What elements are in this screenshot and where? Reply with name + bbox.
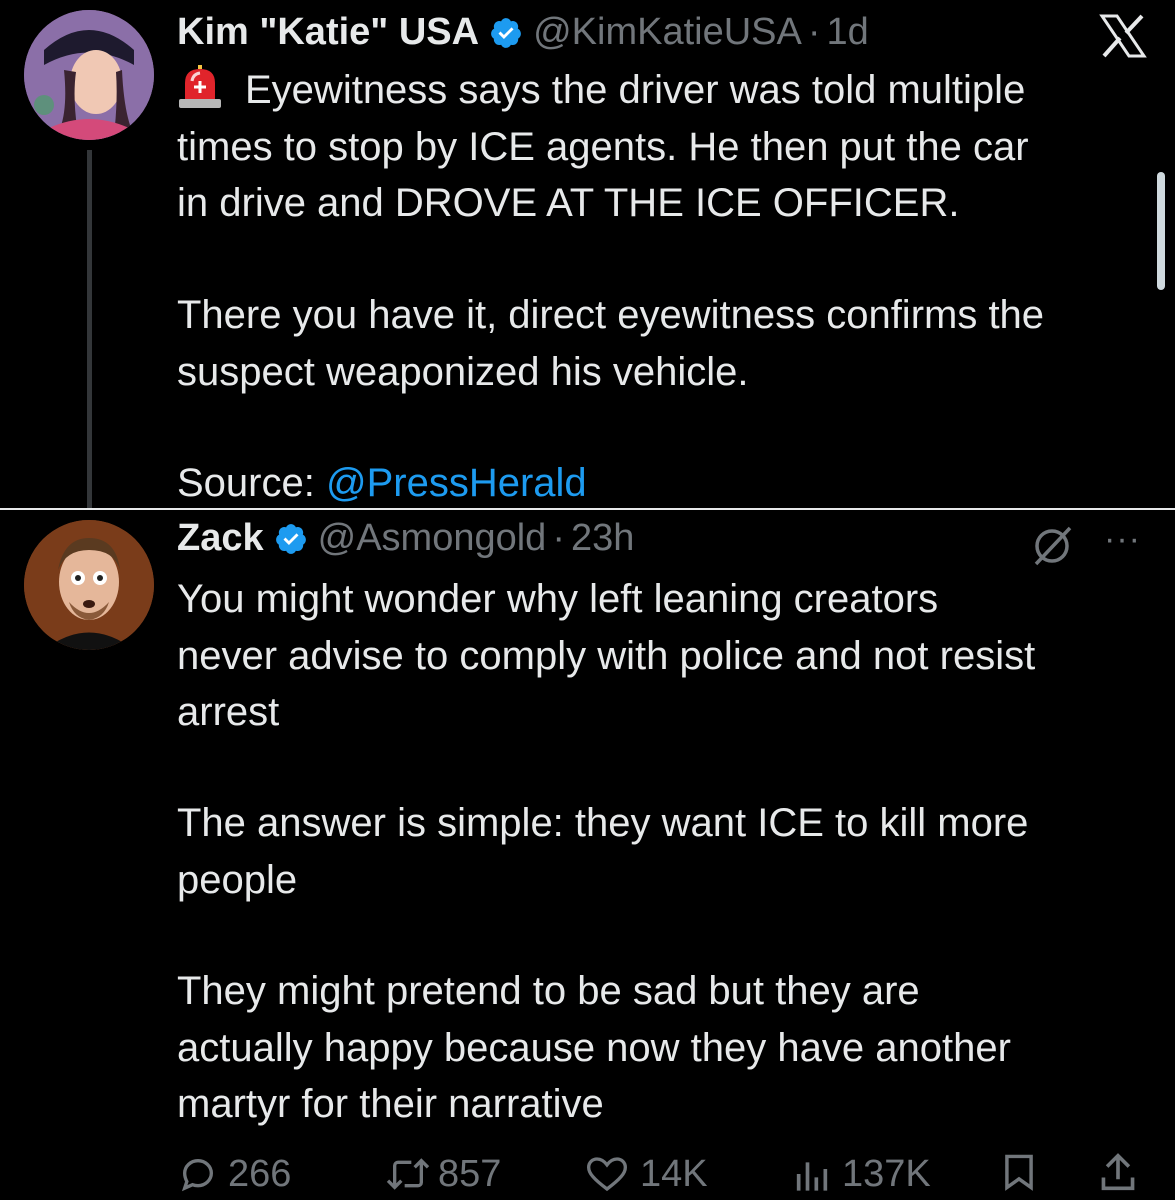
bookmark-button[interactable] [1000, 1151, 1038, 1193]
views-button[interactable]: 137K [792, 1151, 931, 1197]
avatar-image [24, 10, 154, 140]
share-icon [1101, 1153, 1135, 1191]
tweet-source: Source: @PressHerald [177, 455, 1077, 512]
separator-dot: · [807, 11, 821, 53]
text-line: They might pretend to be sad but they ar… [177, 969, 920, 1013]
verified-badge-icon [274, 521, 308, 555]
text-line: The answer is simple: they want ICE to k… [177, 801, 1029, 845]
handle[interactable]: @Asmongold [318, 515, 547, 561]
text-line-2: times to stop by ICE agents. He then put… [177, 124, 1029, 169]
text-line-1: Eyewitness says the driver was told mult… [245, 68, 1026, 112]
tweet-action-bar: 266 857 14K 137K [0, 1150, 1175, 1200]
heart-icon [586, 1157, 628, 1192]
tweet-text-line: Eyewitness says the driver was told mult… [177, 62, 1137, 119]
more-options-icon[interactable]: ··· [1104, 522, 1141, 556]
display-name[interactable]: Kim "Katie" USA [177, 9, 479, 55]
separator-dot: · [552, 517, 565, 559]
tweet-header: Zack @Asmongold · 23h [177, 515, 634, 561]
thread-line [87, 150, 92, 508]
timestamp[interactable]: 1d [827, 9, 869, 55]
tweet-zack: Zack @Asmongold · 23h ··· You might wond… [0, 510, 1175, 1200]
tweet-text: You might wonder why left leaning creato… [177, 571, 1157, 741]
display-name[interactable]: Zack [177, 515, 264, 561]
repost-icon [386, 1158, 430, 1190]
tweet-text: Eyewitness says the driver was told mult… [177, 62, 1137, 232]
text-line: arrest [177, 690, 280, 734]
view-count: 137K [842, 1153, 931, 1195]
text-line: actually happy because now they have ano… [177, 1025, 1011, 1070]
avatar-image [24, 520, 154, 650]
repost-count: 857 [438, 1153, 502, 1195]
source-link[interactable]: @PressHerald [326, 461, 587, 505]
repost-button[interactable]: 857 [384, 1151, 501, 1197]
tweet-header: Kim "Katie" USA @KimKatieUSA · 1d [177, 9, 869, 55]
text-line: suspect weaponized his vehicle. [177, 349, 749, 394]
timestamp[interactable]: 23h [571, 515, 634, 561]
tweet-text-paragraph-2: The answer is simple: they want ICE to k… [177, 795, 1157, 908]
text-line: never advise to comply with police and n… [177, 633, 1036, 678]
source-label: Source: [177, 461, 326, 505]
avatar[interactable] [24, 10, 154, 140]
reply-button[interactable]: 266 [178, 1151, 291, 1197]
tweet-kim-katie: Kim "Katie" USA @KimKatieUSA · 1d Eyewit… [0, 0, 1175, 508]
text-line: people [177, 857, 298, 902]
x-logo-icon [1098, 14, 1148, 58]
alert-emoji-icon [177, 65, 223, 109]
tweet-text-paragraph-3: They might pretend to be sad but they ar… [177, 963, 1157, 1133]
reply-count: 266 [228, 1153, 292, 1195]
handle[interactable]: @KimKatieUSA [533, 9, 802, 55]
like-button[interactable]: 14K [584, 1151, 708, 1197]
scrollbar[interactable] [1157, 172, 1165, 290]
views-icon [796, 1162, 828, 1191]
grok-icon[interactable] [1030, 524, 1074, 568]
text-line-3: in drive and DROVE AT THE ICE OFFICER. [177, 181, 960, 225]
bookmark-icon [1005, 1154, 1033, 1191]
like-count: 14K [640, 1153, 708, 1195]
text-line: martyr for their narrative [177, 1082, 604, 1126]
verified-badge-icon [489, 15, 523, 49]
text-line: You might wonder why left leaning creato… [177, 577, 939, 621]
tweet-text-paragraph-2: There you have it, direct eyewitness con… [177, 287, 1157, 400]
share-button[interactable] [1098, 1150, 1138, 1194]
reply-icon [181, 1158, 214, 1192]
avatar[interactable] [24, 520, 154, 650]
text-line: There you have it, direct eyewitness con… [177, 293, 1045, 337]
